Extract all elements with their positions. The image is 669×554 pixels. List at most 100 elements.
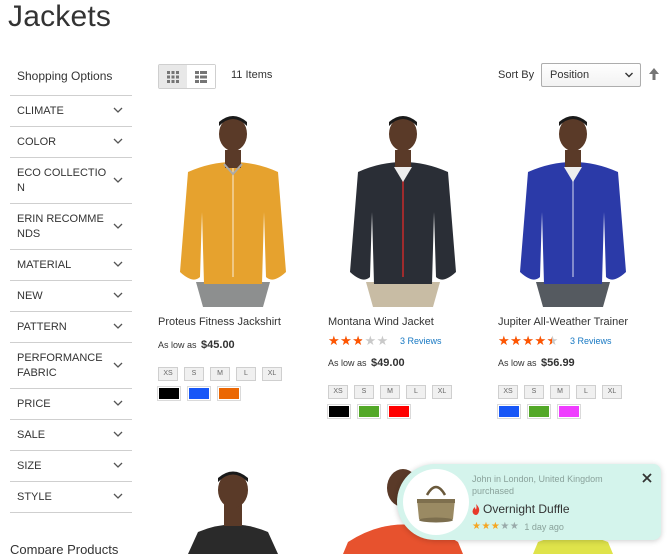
product-name[interactable]: Jupiter All-Weather Trainer xyxy=(498,315,658,329)
compare-products-title: Compare Products xyxy=(10,542,119,554)
size-swatch[interactable]: L xyxy=(236,367,256,381)
filter-item[interactable]: COLOR xyxy=(10,127,132,158)
arrow-up-icon[interactable] xyxy=(648,67,660,81)
popup-time: 1 day ago xyxy=(524,521,564,532)
color-swatch[interactable] xyxy=(157,386,181,401)
filter-label: MATERIAL xyxy=(17,259,72,271)
product-item: Proteus Fitness Jackshirt As low as $45.0… xyxy=(157,112,318,401)
chevron-down-icon xyxy=(113,493,123,499)
size-swatch[interactable]: XS xyxy=(328,385,348,399)
grid-view-button[interactable] xyxy=(159,65,187,88)
filter-label: COLOR xyxy=(17,136,57,148)
filter-item[interactable]: ERIN RECOMME NDS xyxy=(10,204,132,250)
color-swatch[interactable] xyxy=(357,404,381,419)
product-price: As low as $49.00 xyxy=(328,357,488,369)
filter-item[interactable]: MATERIAL xyxy=(10,250,132,281)
filter-item[interactable]: ECO COLLECTIO N xyxy=(10,158,132,204)
popup-product-image xyxy=(403,469,469,535)
product-item: Montana Wind Jacket ★★★★★★★★★★ 3 Reviews As… xyxy=(327,112,488,419)
color-swatch[interactable] xyxy=(387,404,411,419)
product-price: As low as $45.00 xyxy=(158,339,318,351)
filter-label: ECO COLLECTIO N xyxy=(17,167,107,194)
shopping-options-title: Shopping Options xyxy=(10,62,132,96)
chevron-down-icon xyxy=(113,177,123,183)
chevron-down-icon xyxy=(113,223,123,229)
price-value: $56.99 xyxy=(541,357,575,369)
price-prefix: As low as xyxy=(158,340,197,350)
color-swatch[interactable] xyxy=(327,404,351,419)
chevron-down-icon xyxy=(113,261,123,267)
reviews-link[interactable]: 3 Reviews xyxy=(400,336,442,346)
size-swatch[interactable]: M xyxy=(550,385,570,399)
size-swatch[interactable]: XL xyxy=(262,367,282,381)
filter-item[interactable]: STYLE xyxy=(10,482,132,513)
popup-meta: ★★★★★ 1 day ago xyxy=(472,521,564,532)
filter-item[interactable]: PRICE xyxy=(10,389,132,420)
price-prefix: As low as xyxy=(498,358,537,368)
page-title: Jackets xyxy=(8,0,112,33)
filter-label: PERFORMANCE FABRIC xyxy=(17,352,103,379)
product-image[interactable] xyxy=(498,112,648,307)
filter-item[interactable]: SIZE xyxy=(10,451,132,482)
color-swatch[interactable] xyxy=(217,386,241,401)
color-swatch[interactable] xyxy=(557,404,581,419)
sort-by-value: Position xyxy=(550,69,590,81)
product-image[interactable] xyxy=(158,112,308,307)
size-swatch[interactable]: S xyxy=(184,367,204,381)
filter-label: PRICE xyxy=(17,398,51,410)
size-options: XS S M L XL xyxy=(498,385,658,399)
chevron-down-icon xyxy=(113,323,123,329)
chevron-down-icon xyxy=(113,138,123,144)
color-swatch[interactable] xyxy=(187,386,211,401)
reviews-link[interactable]: 3 Reviews xyxy=(570,336,612,346)
size-swatch[interactable]: S xyxy=(354,385,374,399)
popup-rating-stars: ★★★★★ xyxy=(472,521,520,532)
grid-icon xyxy=(167,70,179,83)
product-image[interactable] xyxy=(328,112,478,307)
color-swatch[interactable] xyxy=(527,404,551,419)
close-icon[interactable] xyxy=(641,472,653,484)
size-swatch[interactable]: XL xyxy=(432,385,452,399)
rating-stars: ★★★★★★★★★★ xyxy=(498,333,559,348)
price-prefix: As low as xyxy=(328,358,367,368)
size-options: XS S M L XL xyxy=(158,367,318,381)
chevron-down-icon xyxy=(625,72,633,78)
sort-by-select[interactable]: Position xyxy=(541,63,641,87)
filter-item[interactable]: CLIMATE xyxy=(10,96,132,127)
price-value: $49.00 xyxy=(371,357,405,369)
product-rating: ★★★★★★★★★★ 3 Reviews xyxy=(498,333,658,348)
size-swatch[interactable]: XL xyxy=(602,385,622,399)
rating-stars: ★★★★★★★★★★ xyxy=(328,333,389,348)
chevron-down-icon xyxy=(113,400,123,406)
product-rating: ★★★★★★★★★★ 3 Reviews xyxy=(328,333,488,348)
chevron-down-icon xyxy=(113,462,123,468)
size-swatch[interactable]: XS xyxy=(158,367,178,381)
size-swatch[interactable]: XS xyxy=(498,385,518,399)
color-options xyxy=(327,404,488,419)
sort-by-label: Sort By xyxy=(498,69,535,81)
product-name[interactable]: Montana Wind Jacket xyxy=(328,315,488,329)
size-swatch[interactable]: M xyxy=(210,367,230,381)
product-image-row2-1[interactable] xyxy=(158,462,308,554)
size-swatch[interactable]: L xyxy=(406,385,426,399)
size-swatch[interactable]: L xyxy=(576,385,596,399)
popup-customer-text: John in London, United Kingdom purchased xyxy=(472,474,603,496)
items-count: 11 Items xyxy=(231,69,273,81)
color-swatch[interactable] xyxy=(497,404,521,419)
size-swatch[interactable]: M xyxy=(380,385,400,399)
product-name[interactable]: Proteus Fitness Jackshirt xyxy=(158,315,318,329)
size-options: XS S M L XL xyxy=(328,385,488,399)
recent-purchase-popup[interactable]: John in London, United Kingdom purchased… xyxy=(397,464,661,540)
size-swatch[interactable]: S xyxy=(524,385,544,399)
chevron-down-icon xyxy=(113,362,123,368)
filter-item[interactable]: PATTERN xyxy=(10,312,132,343)
popup-product[interactable]: Overnight Duffle xyxy=(472,502,570,516)
chevron-down-icon xyxy=(113,107,123,113)
filter-item[interactable]: NEW xyxy=(10,281,132,312)
list-icon xyxy=(195,70,207,83)
filter-item[interactable]: SALE xyxy=(10,420,132,451)
price-value: $45.00 xyxy=(201,339,235,351)
popup-product-name: Overnight Duffle xyxy=(483,502,570,516)
filter-item[interactable]: PERFORMANCE FABRIC xyxy=(10,343,132,389)
list-view-button[interactable] xyxy=(187,65,215,88)
